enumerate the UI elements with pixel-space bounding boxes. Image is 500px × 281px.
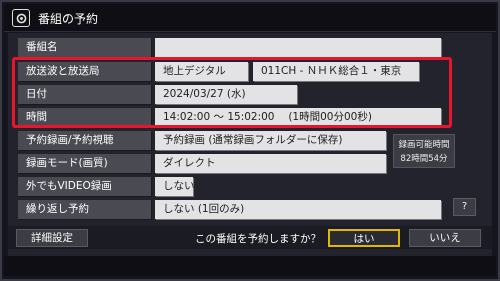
program-name-field[interactable] [155, 38, 441, 57]
gear-icon [12, 9, 30, 27]
rec-type-field[interactable]: 予約録画 (通常録画フォルダーに保存) [155, 131, 386, 150]
outside-rec-field[interactable]: しない [155, 177, 195, 196]
program-name-label: 番組名 [18, 38, 151, 57]
highlight-box [12, 57, 452, 128]
help-button[interactable]: ? [453, 198, 476, 216]
yes-button[interactable]: はい [328, 229, 400, 247]
window-title: 番組の予約 [38, 12, 99, 26]
confirm-prompt: この番組を予約しますか？ [195, 233, 321, 245]
recordable-time-label: 録画可能時間 [398, 140, 450, 150]
rec-mode-label: 録画モード(画質) [18, 154, 151, 173]
detail-settings-button[interactable]: 詳細設定 [16, 229, 88, 247]
footer-bar [4, 256, 496, 276]
recordable-time-value: 82時間54分 [400, 154, 448, 164]
repeat-field[interactable]: しない (1回のみ) [155, 200, 441, 219]
recordable-time-box: 録画可能時間 82時間54分 [393, 134, 455, 168]
rec-type-label: 予約録画/予約視聴 [18, 131, 151, 150]
outside-rec-label: 外でもVIDEO録画 [18, 177, 151, 196]
rec-mode-field[interactable]: ダイレクト [155, 154, 386, 173]
title-bar: 番組の予約 [4, 4, 496, 32]
repeat-label: 繰り返し予約 [18, 200, 151, 219]
no-button[interactable]: いいえ [409, 229, 481, 247]
